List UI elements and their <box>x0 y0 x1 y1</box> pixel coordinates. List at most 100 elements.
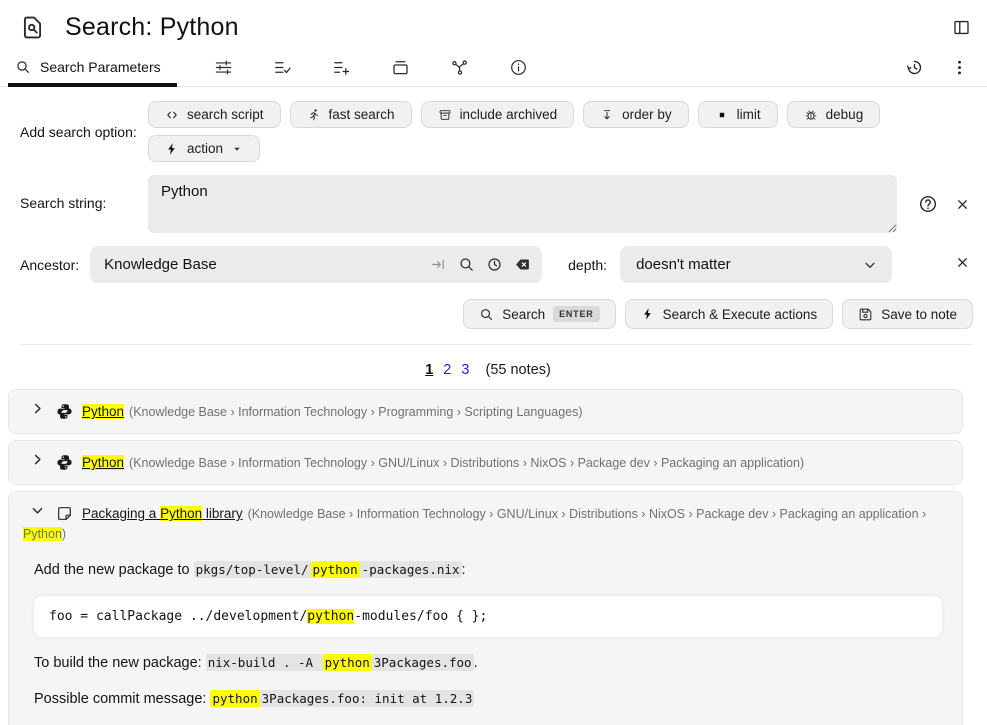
result-note-link[interactable]: Packaging a Python library <box>82 506 243 521</box>
list-plus-icon <box>332 58 351 77</box>
option-label: order by <box>622 107 672 122</box>
note-header: Search: Python <box>0 0 987 48</box>
page-link[interactable]: 3 <box>461 362 469 378</box>
debug-button[interactable]: debug <box>787 101 881 128</box>
depth-select[interactable]: doesn't matter <box>620 246 892 283</box>
search-result-item: Packaging a Python library(Knowledge Bas… <box>8 491 963 725</box>
search-result-item: Python (Knowledge Base › Information Tech… <box>8 440 963 485</box>
help-icon <box>918 194 938 214</box>
caret-down-icon <box>231 143 243 155</box>
remove-ancestor-button[interactable] <box>955 255 970 270</box>
order-by-button[interactable]: order by <box>583 101 689 128</box>
result-note-link[interactable]: Python <box>82 404 124 419</box>
page-link[interactable]: 2 <box>443 362 451 378</box>
content-paragraph: Possible commit message: python3Packages… <box>34 689 944 711</box>
expand-toggle-button[interactable] <box>30 503 45 518</box>
limit-icon <box>715 108 729 122</box>
expand-toggle-button[interactable] <box>30 401 45 416</box>
tab-search-parameters[interactable]: Search Parameters <box>8 48 177 86</box>
ancestor-value: Knowledge Base <box>104 256 420 273</box>
split-pane-icon <box>952 18 971 37</box>
ribbon-bar: Search Parameters <box>0 48 987 87</box>
chevron-right-icon <box>30 401 45 416</box>
ribbon-tools <box>214 58 528 77</box>
recent-notes-icon <box>486 256 503 273</box>
tab-note-map[interactable] <box>450 58 469 77</box>
add-option-label: Add search option: <box>20 124 148 140</box>
clear-icon <box>514 256 531 273</box>
tab-note-info[interactable] <box>509 58 528 77</box>
search-button[interactable] <box>458 256 475 273</box>
code-icon <box>165 108 179 122</box>
search-string-input[interactable]: Python <box>148 175 897 233</box>
list-check-icon <box>273 58 292 77</box>
depth-value: doesn't matter <box>636 256 862 273</box>
save-to-note-button[interactable]: Save to note <box>842 299 973 329</box>
clear-button[interactable] <box>514 256 531 273</box>
save-icon <box>858 307 873 322</box>
search-string-row: Search string: Python <box>20 175 973 233</box>
note-note-icon <box>56 505 73 522</box>
result-count: (55 notes) <box>485 362 550 378</box>
search-string-label: Search string: <box>20 175 148 211</box>
archive-icon <box>438 108 452 122</box>
expand-toggle-button[interactable] <box>30 452 45 467</box>
search-result-item: Python (Knowledge Base › Information Tech… <box>8 389 963 434</box>
result-note-path: (Knowledge Base › Information Technology… <box>129 405 582 419</box>
search-script-button[interactable]: search script <box>148 101 281 128</box>
bug-icon <box>804 108 818 122</box>
note-revisions-button[interactable] <box>905 58 924 77</box>
ancestor-label: Ancestor: <box>20 257 79 273</box>
search-string-help-button[interactable] <box>918 194 938 214</box>
tab-basic-properties[interactable] <box>214 58 233 77</box>
include-archived-button[interactable]: include archived <box>421 101 575 128</box>
chevron-right-icon <box>30 452 45 467</box>
info-icon <box>509 58 528 77</box>
recent-notes-button[interactable] <box>486 256 503 273</box>
result-note-path: (Knowledge Base › Information Technology… <box>129 456 804 470</box>
option-label: debug <box>826 107 864 122</box>
content-paragraph: To build the new package: nix-build . -A… <box>34 653 944 675</box>
remove-search-string-button[interactable] <box>955 197 970 212</box>
search-icon <box>458 256 475 273</box>
tab-inherited-attributes[interactable] <box>332 58 351 77</box>
history-icon <box>905 58 924 77</box>
action-button[interactable]: action <box>148 135 260 162</box>
order-by-icon <box>600 108 614 122</box>
option-label: action <box>187 141 223 156</box>
tune-icon <box>214 58 233 77</box>
search-icon <box>479 307 494 322</box>
close-icon <box>955 197 970 212</box>
run-icon <box>307 108 321 122</box>
fast-search-button[interactable]: fast search <box>290 101 412 128</box>
go-to-note-button[interactable] <box>430 256 447 273</box>
tab-owned-attributes[interactable] <box>273 58 292 77</box>
depth-label: depth: <box>568 257 607 273</box>
limit-button[interactable]: limit <box>698 101 778 128</box>
pagination: 123 (55 notes) <box>8 362 963 378</box>
page-title: Search: Python <box>65 13 239 42</box>
option-label: limit <box>737 107 761 122</box>
search-definition-form: Add search option: search script fast sea… <box>0 87 987 345</box>
ancestor-input[interactable]: Knowledge Base <box>90 246 542 283</box>
option-buttons-row-2: action <box>148 135 880 162</box>
split-pane-button[interactable] <box>952 18 971 37</box>
note-actions-menu-button[interactable] <box>950 58 969 77</box>
search-actions-row: Search ENTER Search & Execute actions Sa… <box>20 299 973 329</box>
app-window: Search: Python Search Parameters Add sea… <box>0 0 987 725</box>
result-list: Python (Knowledge Base › Information Tech… <box>8 389 963 725</box>
enter-kbd-badge: ENTER <box>553 306 600 322</box>
option-buttons-row-1: search script fast search include archived… <box>148 101 880 128</box>
bolt-icon <box>165 142 179 156</box>
tab-note-paths[interactable] <box>391 58 410 77</box>
chevron-down-icon <box>30 503 45 518</box>
option-label: include archived <box>460 107 558 122</box>
search-execute-button[interactable]: Search & Execute actions <box>625 299 834 329</box>
network-icon <box>450 58 469 77</box>
ancestor-row: Ancestor: Knowledge Base depth: doesn't … <box>20 246 973 283</box>
option-label: fast search <box>329 107 395 122</box>
result-note-link[interactable]: Python <box>82 455 124 470</box>
go-to-note-icon <box>430 256 447 273</box>
search-button[interactable]: Search ENTER <box>463 299 615 329</box>
page-current: 1 <box>425 362 433 378</box>
